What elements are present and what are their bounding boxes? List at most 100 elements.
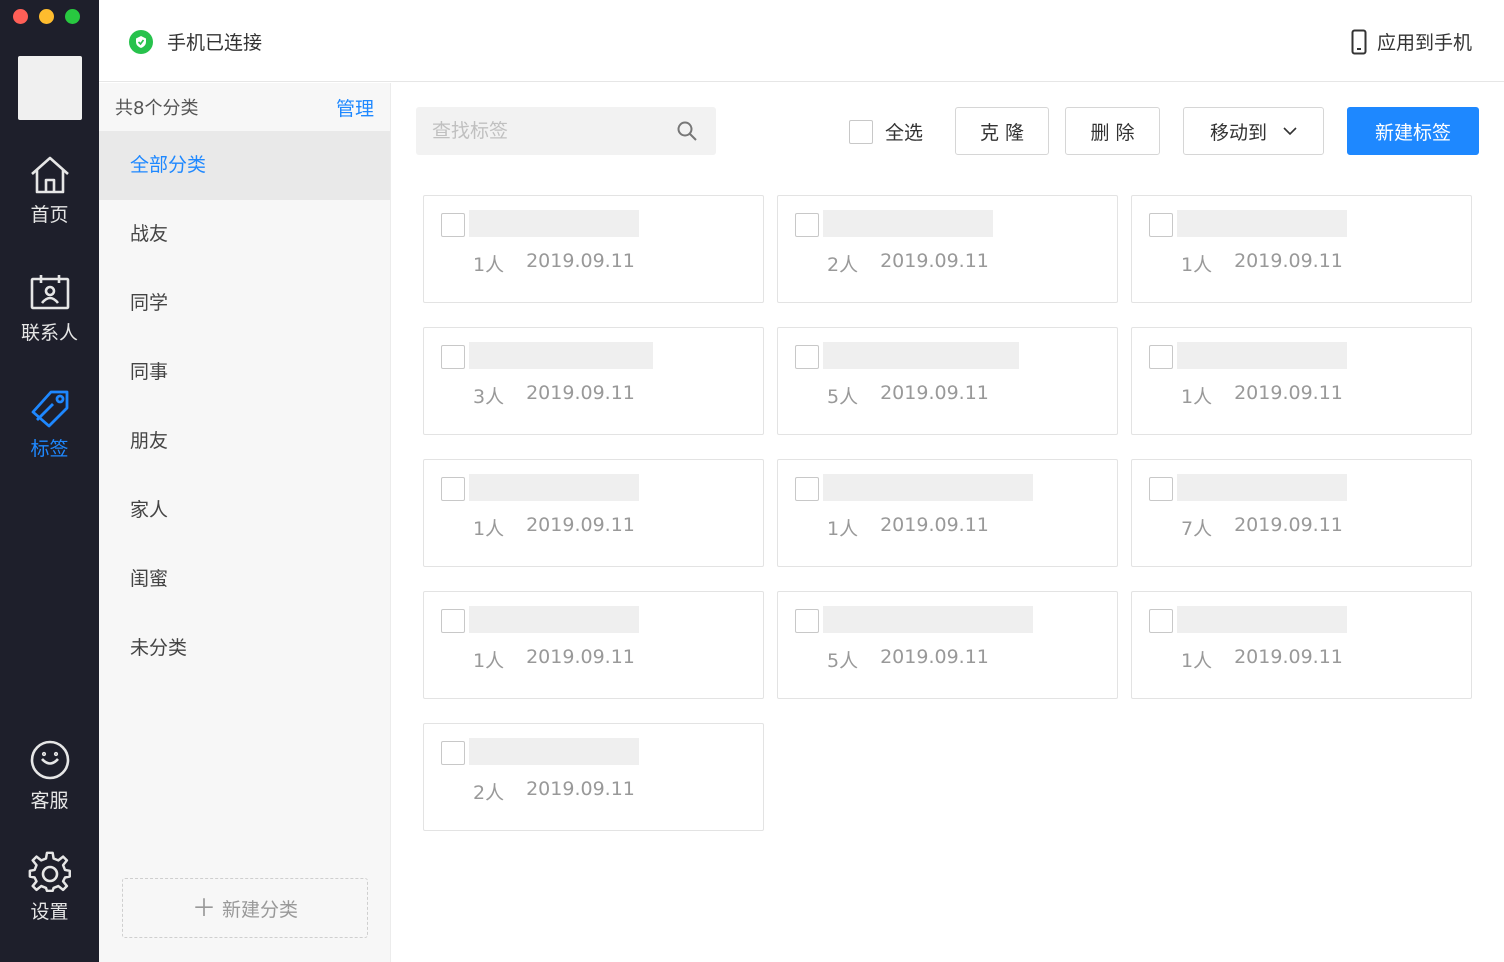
zoom-window-button[interactable]: [65, 9, 80, 24]
tag-card[interactable]: 5人 2019.09.11: [777, 591, 1118, 699]
new-category-button[interactable]: ＋ 新建分类: [122, 878, 368, 938]
tag-search: [416, 107, 716, 155]
tag-meta: 1人 2019.09.11: [473, 250, 635, 277]
tag-date: 2019.09.11: [880, 646, 989, 668]
category-item[interactable]: 未分类: [99, 614, 390, 683]
tag-member-count: 1人: [1181, 386, 1213, 408]
avatar[interactable]: [18, 56, 82, 120]
tag-meta: 1人 2019.09.11: [1181, 646, 1343, 673]
tag-checkbox[interactable]: [1149, 477, 1173, 501]
tag-name-placeholder: [823, 210, 993, 237]
category-item[interactable]: 全部分类: [99, 131, 390, 200]
tag-card[interactable]: 1人 2019.09.11: [1131, 195, 1472, 303]
tag-card[interactable]: 1人 2019.09.11: [423, 459, 764, 567]
tag-meta: 2人 2019.09.11: [473, 778, 635, 805]
category-sidebar: 共8个分类 管理 全部分类 战友 同学 同事 朋友 家人 闺蜜 未分类 ＋ 新建分类: [99, 83, 391, 962]
apply-to-phone-button[interactable]: 应用到手机: [1351, 28, 1472, 55]
minimize-window-button[interactable]: [39, 9, 54, 24]
select-all-label: 全选: [885, 122, 924, 144]
tag-date: 2019.09.11: [880, 514, 989, 536]
nav-label: 设置: [30, 901, 69, 923]
tag-card[interactable]: 1人 2019.09.11: [777, 459, 1118, 567]
tag-member-count: 5人: [827, 386, 859, 408]
tag-card[interactable]: 1人 2019.09.11: [1131, 591, 1472, 699]
tag-card[interactable]: 3人 2019.09.11: [423, 327, 764, 435]
move-to-dropdown[interactable]: 移动到: [1183, 107, 1324, 155]
tag-name-placeholder: [823, 342, 1019, 369]
tag-card[interactable]: 1人 2019.09.11: [1131, 327, 1472, 435]
tag-checkbox[interactable]: [441, 609, 465, 633]
search-icon[interactable]: [676, 120, 698, 142]
contacts-icon: [30, 275, 69, 310]
top-header: 手机已连接 应用到手机: [99, 0, 1504, 82]
tag-member-count: 3人: [473, 386, 505, 408]
tag-checkbox[interactable]: [441, 477, 465, 501]
tag-name-placeholder: [469, 342, 653, 369]
category-item[interactable]: 战友: [99, 200, 390, 269]
tag-name-placeholder: [1177, 474, 1347, 501]
tag-checkbox[interactable]: [441, 213, 465, 237]
nav-item-home[interactable]: 首页: [0, 152, 99, 227]
tag-date: 2019.09.11: [526, 514, 635, 536]
tag-checkbox[interactable]: [441, 345, 465, 369]
move-to-label: 移动到: [1209, 121, 1267, 144]
connection-status: 手机已连接: [129, 28, 262, 55]
close-window-button[interactable]: [13, 9, 28, 24]
tag-name-placeholder: [1177, 210, 1347, 237]
connection-label: 手机已连接: [167, 32, 263, 54]
tag-checkbox[interactable]: [795, 477, 819, 501]
tag-meta: 3人 2019.09.11: [473, 382, 635, 409]
tag-date: 2019.09.11: [526, 250, 635, 272]
manage-categories-link[interactable]: 管理: [336, 94, 374, 121]
tag-meta: 1人 2019.09.11: [827, 514, 989, 541]
tag-card[interactable]: 7人 2019.09.11: [1131, 459, 1472, 567]
select-all-checkbox[interactable]: [849, 119, 873, 144]
tag-card[interactable]: 1人 2019.09.11: [423, 591, 764, 699]
nav-item-contacts[interactable]: 联系人: [0, 270, 99, 345]
category-item[interactable]: 同事: [99, 338, 390, 407]
category-list: 全部分类 战友 同学 同事 朋友 家人 闺蜜 未分类: [99, 131, 390, 683]
delete-button[interactable]: 删 除: [1065, 107, 1160, 155]
tag-name-placeholder: [1177, 606, 1347, 633]
tag-member-count: 1人: [473, 650, 505, 672]
tag-member-count: 1人: [473, 254, 505, 276]
search-input[interactable]: [416, 120, 666, 142]
nav-label: 联系人: [20, 322, 78, 344]
tag-member-count: 1人: [473, 518, 505, 540]
category-item[interactable]: 家人: [99, 476, 390, 545]
tag-name-placeholder: [823, 474, 1033, 501]
tag-meta: 5人 2019.09.11: [827, 646, 989, 673]
phone-icon: [1351, 29, 1367, 54]
tag-checkbox[interactable]: [1149, 213, 1173, 237]
left-nav: 首页 联系人 标签 客服 设置: [0, 0, 99, 962]
tag-checkbox[interactable]: [441, 741, 465, 765]
tag-member-count: 5人: [827, 650, 859, 672]
nav-label: 客服: [30, 790, 69, 812]
nav-item-service[interactable]: 客服: [0, 738, 99, 813]
category-header: 共8个分类 管理: [99, 83, 390, 131]
tag-checkbox[interactable]: [795, 609, 819, 633]
phone-connected-icon: [129, 29, 153, 54]
plus-icon: ＋: [191, 894, 216, 922]
tag-meta: 1人 2019.09.11: [1181, 250, 1343, 277]
tag-card[interactable]: 2人 2019.09.11: [777, 195, 1118, 303]
tag-card[interactable]: 5人 2019.09.11: [777, 327, 1118, 435]
tag-name-placeholder: [469, 210, 639, 237]
tag-checkbox[interactable]: [1149, 609, 1173, 633]
tag-checkbox[interactable]: [795, 213, 819, 237]
new-tag-button[interactable]: 新建标签: [1347, 107, 1479, 155]
select-all[interactable]: 全选: [849, 118, 923, 145]
tag-meta: 2人 2019.09.11: [827, 250, 989, 277]
category-item[interactable]: 闺蜜: [99, 545, 390, 614]
category-item[interactable]: 朋友: [99, 407, 390, 476]
tag-card[interactable]: 2人 2019.09.11: [423, 723, 764, 831]
tag-checkbox[interactable]: [1149, 345, 1173, 369]
nav-item-tags[interactable]: 标签: [0, 386, 99, 461]
clone-button[interactable]: 克 隆: [955, 107, 1049, 155]
nav-item-settings[interactable]: 设置: [0, 849, 99, 924]
category-item[interactable]: 同学: [99, 269, 390, 338]
tag-card[interactable]: 1人 2019.09.11: [423, 195, 764, 303]
smiley-icon: [30, 740, 69, 780]
tag-date: 2019.09.11: [880, 250, 989, 272]
tag-checkbox[interactable]: [795, 345, 819, 369]
